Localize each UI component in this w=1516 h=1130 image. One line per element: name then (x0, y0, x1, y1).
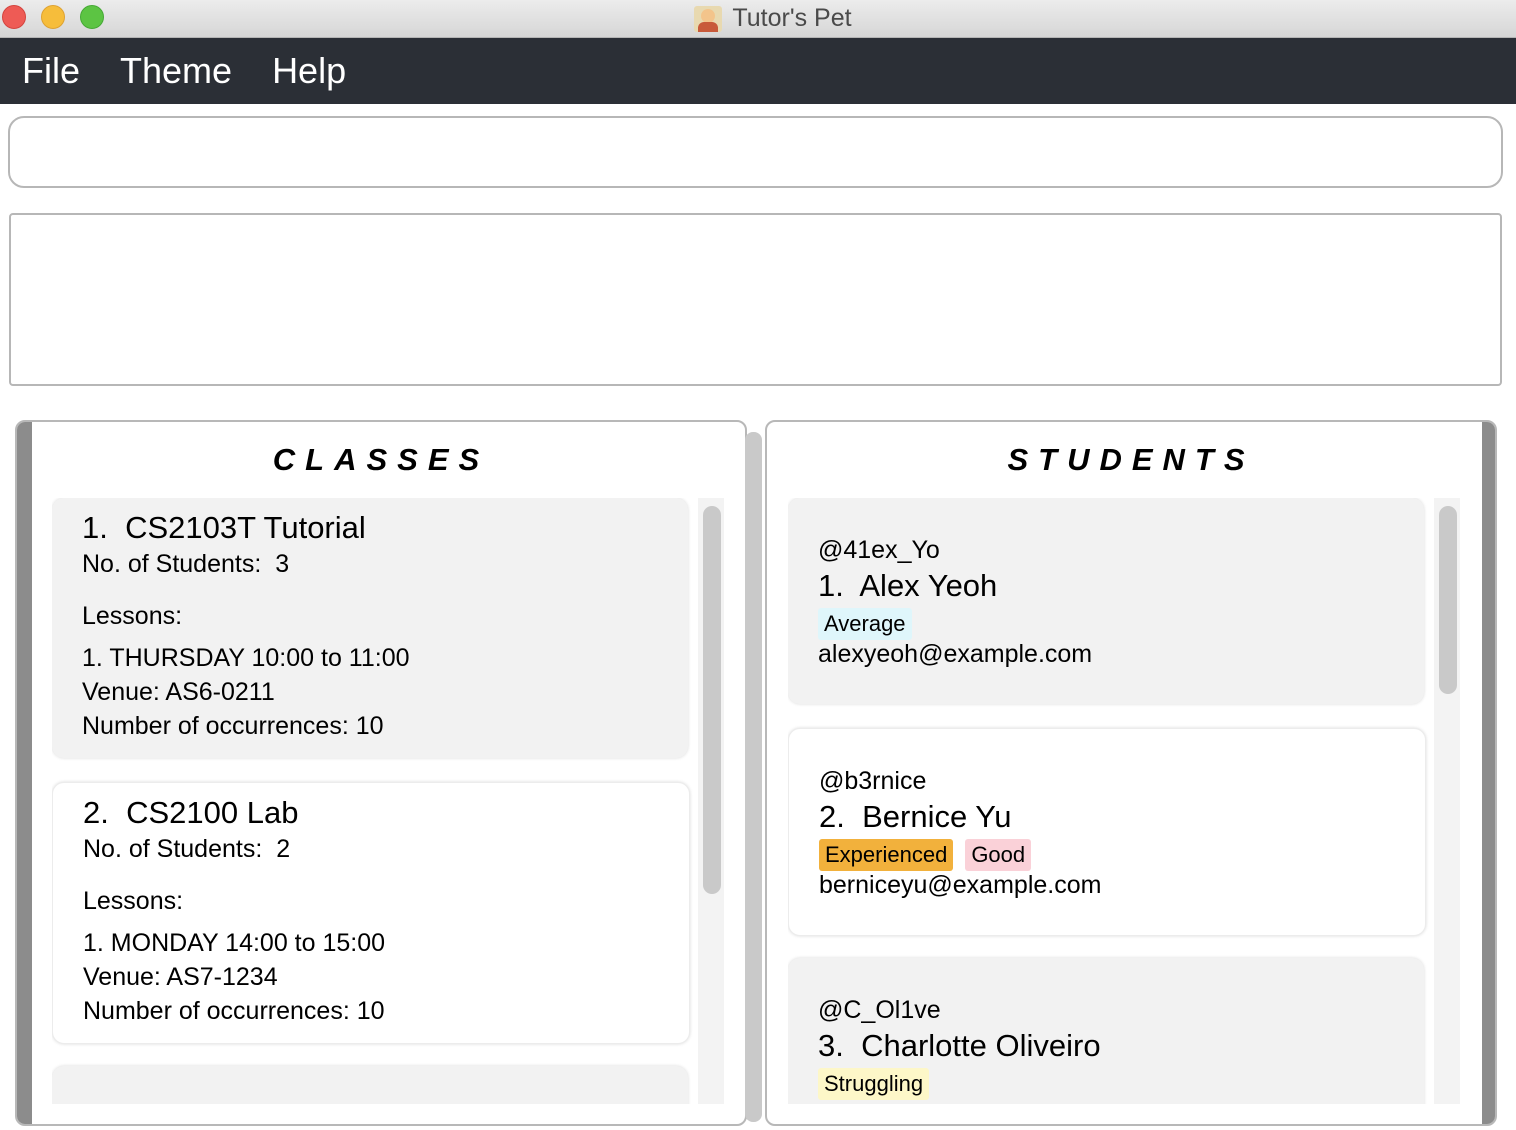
classes-list[interactable]: 1. CS2103T Tutorial No. of Students: 3 L… (52, 498, 724, 1104)
student-tags: Experienced Good (819, 839, 1032, 871)
lessons-label: Lessons: (82, 602, 183, 630)
student-name: Charlotte Oliveiro (861, 1028, 1101, 1063)
window-title-text: Tutor's Pet (732, 4, 852, 32)
student-name: Bernice Yu (862, 799, 1012, 834)
student-count-label: No. of Students: (83, 835, 263, 863)
students-list[interactable]: @41ex_Yo 1. Alex Yeoh Average alexyeoh@e… (788, 498, 1460, 1104)
student-email: berniceyu@example.com (819, 871, 1102, 899)
class-card[interactable]: 1. CS2103T Tutorial No. of Students: 3 L… (52, 498, 688, 758)
student-index: 3. (818, 1028, 844, 1063)
lessons-label: Lessons: (83, 887, 184, 915)
class-index: 2. (83, 795, 109, 830)
class-card[interactable]: 2. CS2100 Lab No. of Students: 2 Lessons… (52, 782, 690, 1044)
student-handle: @41ex_Yo (818, 536, 940, 564)
menu-theme[interactable]: Theme (100, 38, 252, 104)
class-title: 2. CS2100 Lab (83, 795, 298, 831)
menu-bar: File Theme Help (0, 38, 1516, 104)
class-name: CS2103T Tutorial (125, 510, 366, 545)
lesson-venue: Venue: AS7-1234 (83, 963, 278, 991)
students-header: STUDENTS (1007, 442, 1255, 477)
student-email: alexyeoh@example.com (818, 640, 1093, 668)
student-name: Alex Yeoh (859, 568, 998, 603)
class-index: 1. (82, 510, 108, 545)
students-scrollbar-thumb[interactable] (1439, 506, 1457, 694)
students-scrollbar[interactable] (1434, 498, 1460, 1104)
command-input[interactable] (8, 116, 1503, 188)
classes-scrollbar[interactable] (698, 498, 724, 1104)
lesson-time: 1. MONDAY 14:00 to 15:00 (83, 929, 386, 957)
student-card[interactable]: @41ex_Yo 1. Alex Yeoh Average alexyeoh@e… (788, 498, 1424, 704)
menu-file[interactable]: File (0, 38, 100, 104)
split-pane-divider[interactable] (745, 432, 762, 1122)
student-tags: Struggling (818, 1068, 930, 1100)
result-display (9, 213, 1502, 386)
class-student-count: No. of Students: 2 (83, 835, 290, 864)
student-name-line: 1. Alex Yeoh (818, 568, 997, 604)
lesson-occurrences: Number of occurrences: 10 (83, 997, 385, 1025)
student-card[interactable]: @b3rnice 2. Bernice Yu Experienced Good … (788, 728, 1426, 936)
student-name-line: 2. Bernice Yu (819, 799, 1011, 835)
tag-average: Average (818, 608, 912, 640)
student-tags: Average (818, 608, 912, 640)
student-index: 1. (818, 568, 844, 603)
class-name: CS2100 Lab (126, 795, 299, 830)
lesson-occurrences: Number of occurrences: 10 (82, 712, 384, 740)
class-title: 1. CS2103T Tutorial (82, 510, 366, 546)
student-handle: @b3rnice (819, 767, 927, 795)
panel-edge (1482, 422, 1495, 1124)
tag-struggling: Struggling (818, 1068, 930, 1100)
window-title: Tutor's Pet (0, 0, 1516, 37)
lesson-time: 1. THURSDAY 10:00 to 11:00 (82, 644, 410, 672)
tutor-app-icon (694, 5, 723, 32)
classes-panel: CLASSES 1. CS2103T Tutorial No. of Stude… (15, 420, 747, 1126)
student-index: 2. (819, 799, 845, 834)
class-student-count: No. of Students: 3 (82, 550, 289, 579)
tag-good: Good (965, 839, 1032, 871)
lesson-venue: Venue: AS6-0211 (82, 678, 275, 706)
class-card-partial[interactable] (52, 1066, 688, 1104)
student-handle: @C_Ol1ve (818, 996, 941, 1024)
menu-help[interactable]: Help (252, 38, 366, 104)
students-panel: STUDENTS @41ex_Yo 1. Alex Yeoh Average a… (765, 420, 1497, 1126)
tag-experienced: Experienced (819, 839, 954, 871)
window-title-bar: Tutor's Pet (0, 0, 1516, 38)
student-count-value: 2 (276, 835, 291, 863)
classes-header: CLASSES (272, 442, 490, 477)
student-name-line: 3. Charlotte Oliveiro (818, 1028, 1101, 1064)
student-count-label: No. of Students: (82, 550, 262, 578)
student-card[interactable]: @C_Ol1ve 3. Charlotte Oliveiro Strugglin… (788, 958, 1424, 1104)
student-count-value: 3 (275, 550, 290, 578)
classes-scrollbar-thumb[interactable] (703, 506, 721, 894)
panel-edge (17, 422, 32, 1124)
